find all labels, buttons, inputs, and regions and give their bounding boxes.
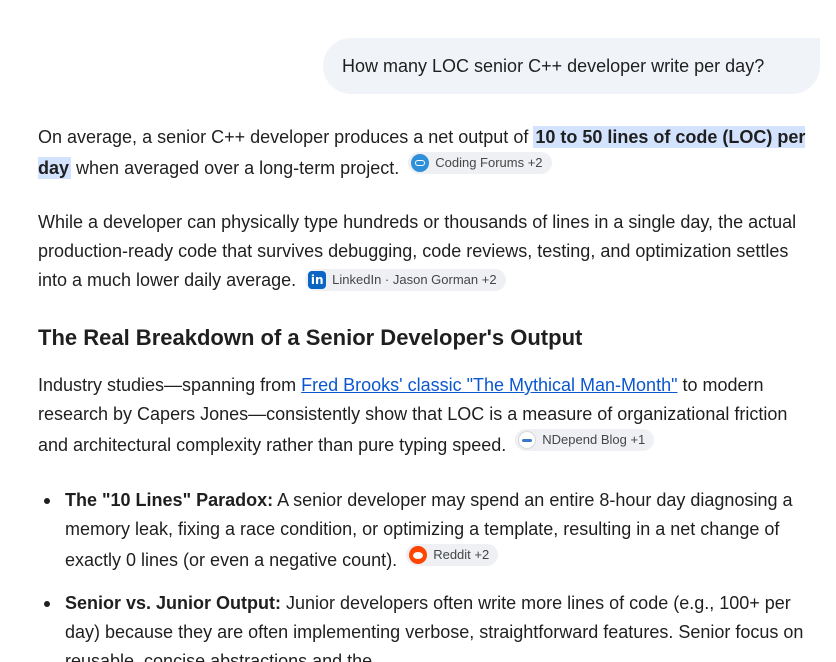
source-chip-coding-forums[interactable]: Coding Forums +2 [408, 152, 552, 174]
user-message-bubble: How many LOC senior C++ developer write … [323, 38, 820, 94]
ndepend-icon [518, 431, 537, 449]
response-content: On average, a senior C++ developer produ… [38, 123, 818, 662]
response-paragraph-2: While a developer can physically type hu… [38, 208, 818, 295]
list-item: The "10 Lines" Paradox: A senior develop… [38, 486, 818, 575]
bullet-list: The "10 Lines" Paradox: A senior develop… [38, 486, 818, 662]
source-chip-ndepend[interactable]: NDepend Blog +1 [515, 429, 655, 451]
source-chip-label: Coding Forums +2 [435, 155, 543, 170]
list-item: Senior vs. Junior Output: Junior develop… [38, 589, 818, 662]
forum-icon [411, 154, 430, 172]
paragraph-text: Industry studies—spanning from [38, 375, 302, 395]
source-chip-label: LinkedIn · Jason Gorman +2 [332, 272, 497, 287]
response-paragraph-3: Industry studies—spanning from Fred Broo… [38, 371, 818, 460]
paragraph-text: when averaged over a long-term project. [71, 158, 400, 178]
source-chip-reddit[interactable]: Reddit +2 [406, 544, 499, 566]
source-chip-linkedin[interactable]: in LinkedIn · Jason Gorman +2 [305, 269, 506, 291]
source-chip-label: Reddit +2 [433, 547, 490, 562]
response-paragraph-1: On average, a senior C++ developer produ… [38, 123, 818, 183]
section-heading: The Real Breakdown of a Senior Developer… [38, 325, 583, 350]
reddit-icon [409, 546, 428, 564]
bullet-title: The "10 Lines" Paradox: [65, 490, 274, 510]
linkedin-icon: in [308, 271, 327, 289]
mythical-man-month-link[interactable]: Fred Brooks' classic "The Mythical Man-M… [301, 375, 677, 395]
bullet-title: Senior vs. Junior Output: [65, 593, 282, 613]
user-message-text: How many LOC senior C++ developer write … [342, 56, 765, 76]
paragraph-text: On average, a senior C++ developer produ… [38, 127, 534, 147]
source-chip-label: NDepend Blog +1 [542, 432, 646, 447]
